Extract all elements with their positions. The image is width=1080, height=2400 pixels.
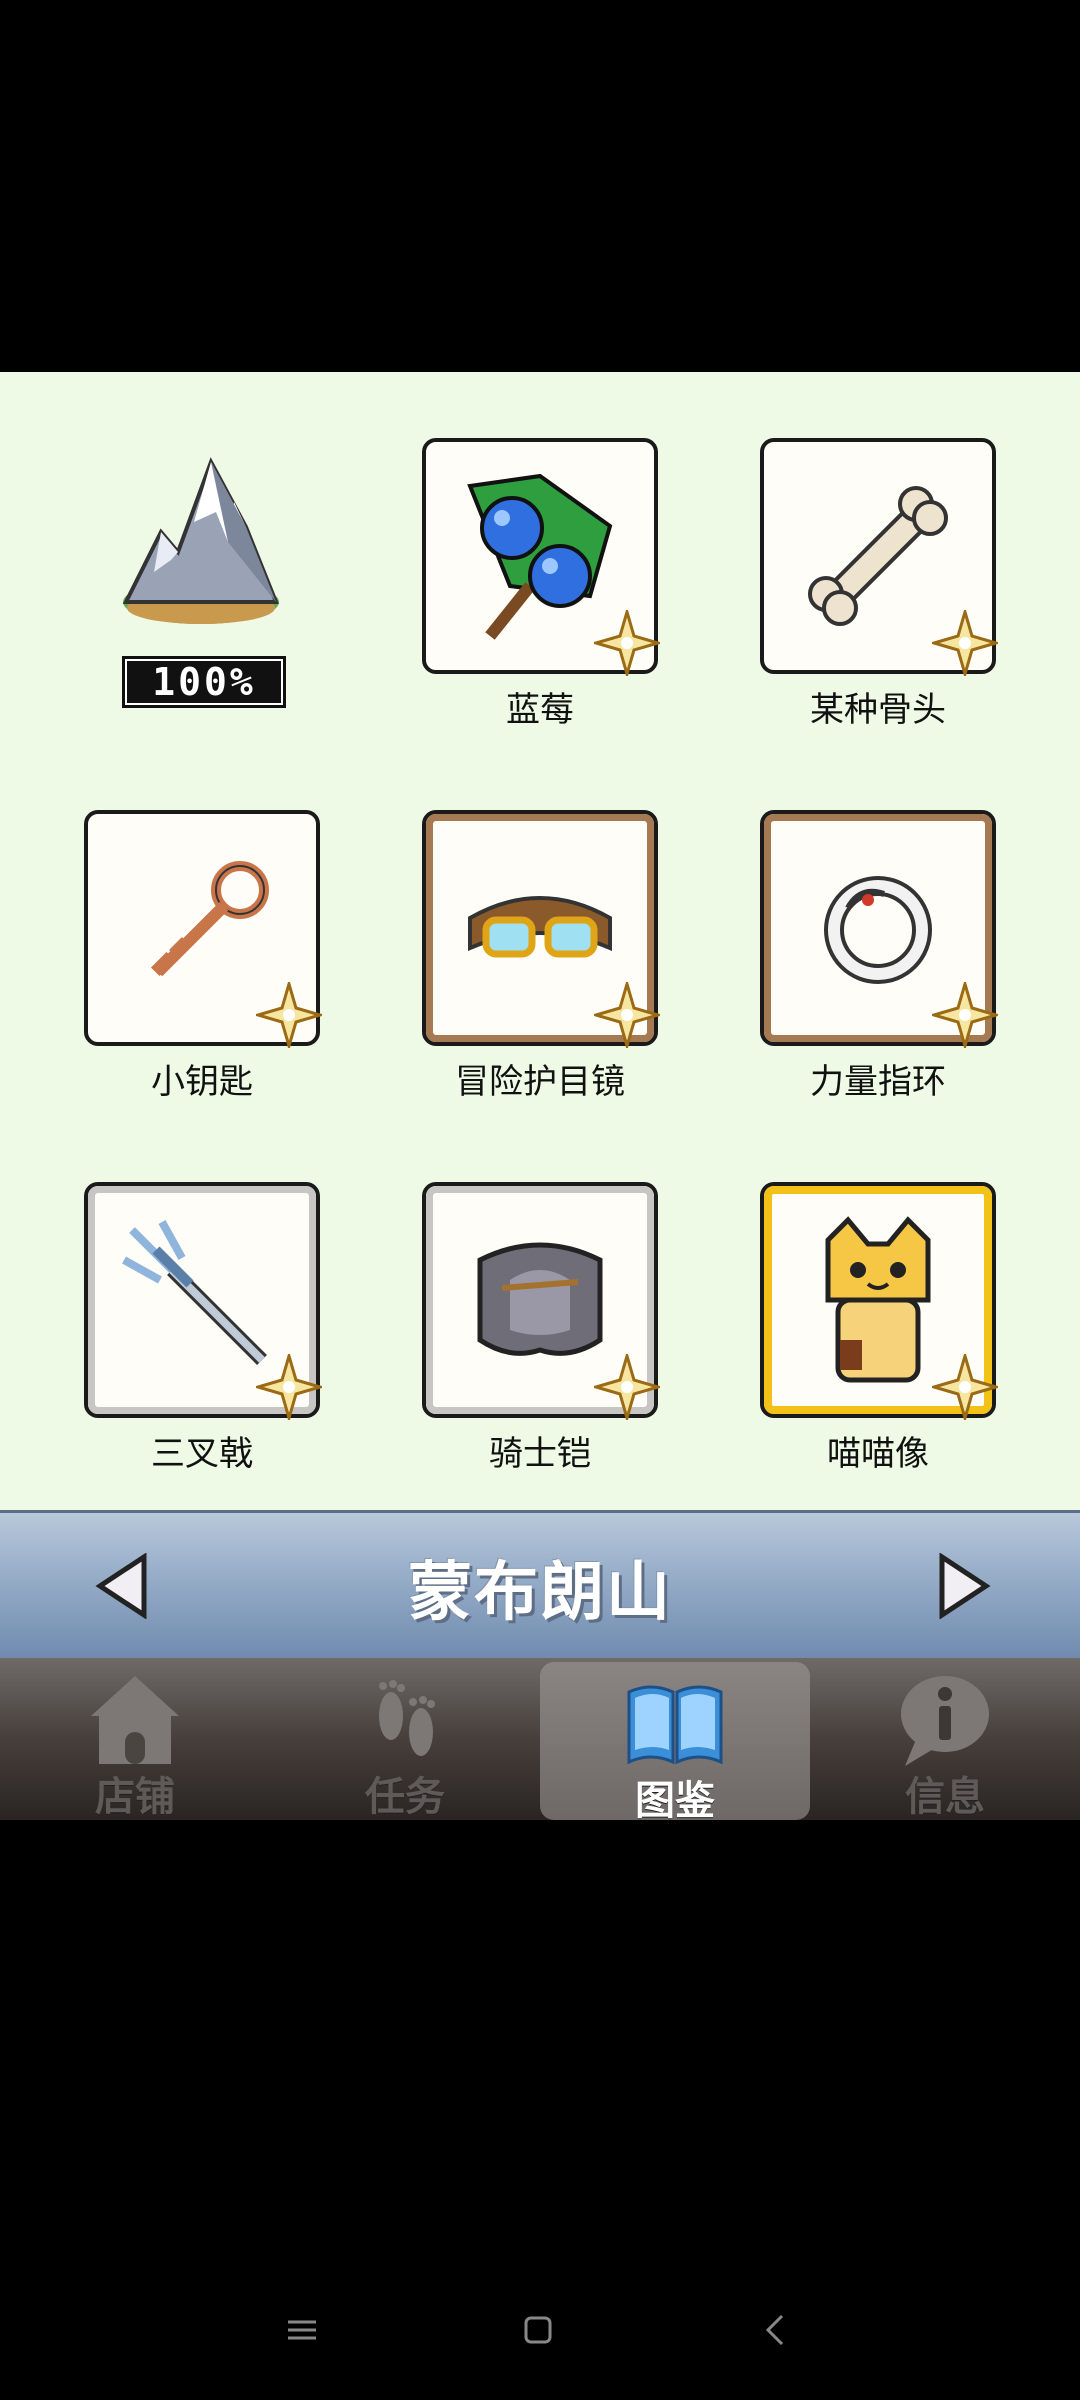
house-icon bbox=[91, 1676, 179, 1764]
region-selector: 蒙布朗山 bbox=[0, 1510, 1080, 1661]
item-label: 三叉戟 bbox=[151, 1434, 253, 1474]
item-label: 冒险护目镜 bbox=[455, 1062, 625, 1102]
sparkle-icon bbox=[256, 1354, 322, 1420]
tab-label: 任务 bbox=[365, 1774, 445, 1820]
tab-label: 店铺 bbox=[95, 1774, 175, 1820]
item-card[interactable] bbox=[422, 810, 660, 1048]
book-icon bbox=[627, 1685, 723, 1765]
info-bubble-icon bbox=[901, 1676, 989, 1766]
sparkle-icon bbox=[932, 1354, 998, 1420]
arrow-right-icon[interactable] bbox=[932, 1553, 992, 1619]
tab-label: 信息 bbox=[905, 1774, 985, 1820]
footprints-icon bbox=[379, 1680, 435, 1756]
tab-encyclopedia[interactable]: 图鉴 bbox=[540, 1662, 810, 1824]
sparkle-icon bbox=[594, 982, 660, 1048]
sparkle-icon bbox=[256, 982, 322, 1048]
item-card[interactable] bbox=[760, 1182, 998, 1420]
item-label: 喵喵像 bbox=[827, 1434, 929, 1474]
back-icon[interactable] bbox=[756, 2310, 796, 2350]
tab-info[interactable]: 信息 bbox=[810, 1658, 1080, 1820]
item-card[interactable] bbox=[422, 438, 660, 676]
bottom-tab-bar: 店铺 任务 图鉴 信息 bbox=[0, 1658, 1080, 1824]
item-label: 骑士铠 bbox=[489, 1434, 591, 1474]
sparkle-icon bbox=[594, 610, 660, 676]
item-card[interactable] bbox=[84, 810, 322, 1048]
item-label: 蓝莓 bbox=[506, 690, 574, 730]
collection-grid: 100% 蓝莓 某种骨头 小钥匙 冒险护目镜 力量指环 三叉戟 骑士铠 喵喵像 bbox=[0, 372, 1080, 1510]
top-black-bar bbox=[0, 0, 1080, 372]
item-card[interactable] bbox=[760, 438, 998, 676]
sparkle-icon bbox=[594, 1354, 660, 1420]
system-nav-bar bbox=[0, 2290, 1080, 2370]
item-label: 小钥匙 bbox=[151, 1062, 253, 1102]
item-card[interactable] bbox=[760, 810, 998, 1048]
arrow-left-icon[interactable] bbox=[94, 1553, 154, 1619]
tab-quests[interactable]: 任务 bbox=[270, 1658, 540, 1820]
item-label: 力量指环 bbox=[810, 1062, 946, 1102]
item-card[interactable] bbox=[422, 1182, 660, 1420]
sparkle-icon bbox=[932, 982, 998, 1048]
home-square-icon[interactable] bbox=[518, 2310, 558, 2350]
region-name: 蒙布朗山 bbox=[408, 1556, 672, 1630]
tab-shop[interactable]: 店铺 bbox=[0, 1658, 270, 1820]
item-card[interactable] bbox=[84, 1182, 322, 1420]
mountain-icon bbox=[122, 457, 279, 624]
item-label: 某种骨头 bbox=[810, 690, 946, 730]
menu-icon[interactable] bbox=[282, 2310, 322, 2350]
sparkle-icon bbox=[932, 610, 998, 676]
completion-percent: 100% bbox=[122, 656, 286, 708]
tab-label: 图鉴 bbox=[635, 1778, 715, 1824]
